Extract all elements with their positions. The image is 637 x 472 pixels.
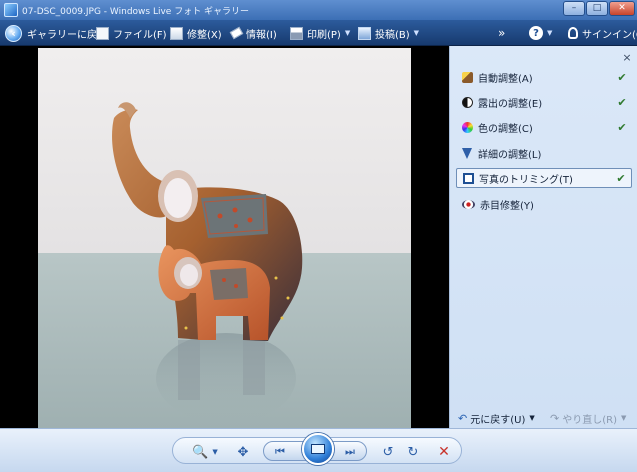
slideshow-icon xyxy=(311,444,325,454)
chevron-down-icon: ▼ xyxy=(344,29,351,37)
delete-button[interactable]: ✕ xyxy=(435,443,453,461)
exposure-icon xyxy=(462,96,473,108)
crop-icon xyxy=(463,172,474,184)
red-eye-fix-label: 赤目修整(Y) xyxy=(480,200,534,212)
check-icon: ✔ xyxy=(617,120,627,134)
photo-viewer[interactable] xyxy=(0,46,449,428)
elephant-figurine-photo xyxy=(38,48,411,428)
fix-icon xyxy=(170,26,183,40)
back-arrow-icon: ‹ xyxy=(5,24,22,42)
help-menu[interactable]: ? ▼ xyxy=(529,24,552,42)
photo[interactable] xyxy=(38,48,411,428)
minimize-button[interactable]: – xyxy=(563,1,585,16)
signin-label: サインイン(G) xyxy=(582,29,637,41)
printer-icon xyxy=(290,26,303,40)
rotate-clockwise-icon: ↻ xyxy=(407,444,419,460)
check-icon: ✔ xyxy=(617,70,627,84)
print-menu-label: 印刷(P) xyxy=(307,29,341,41)
panel-close-button[interactable]: × xyxy=(621,52,633,64)
zoom-icon: 🔍 xyxy=(192,444,209,460)
magic-wand-icon xyxy=(462,71,473,83)
post-menu-label: 投稿(B) xyxy=(375,29,410,41)
person-icon xyxy=(568,27,578,39)
undo-icon: ↶ xyxy=(458,411,468,425)
undo-redo-bar: ↶ 元に戻す(U) ▼ ↷ やり直し(R) ▼ xyxy=(450,408,637,428)
auto-adjust-item[interactable]: 自動調整(A) ✔ xyxy=(456,67,632,87)
chevron-down-icon: ▼ xyxy=(529,414,535,422)
fix-panel: × 自動調整(A) ✔ 露出の調整(E) ✔ 色の調整(C) ✔ 詳細の調整(L… xyxy=(449,46,637,428)
zoom-button[interactable]: 🔍 ▼ xyxy=(191,443,219,461)
exposure-adjust-item[interactable]: 露出の調整(E) ✔ xyxy=(456,92,632,112)
color-wheel-icon xyxy=(462,121,473,133)
fix-button[interactable]: 修整(X) xyxy=(170,24,222,42)
more-button[interactable]: » xyxy=(498,24,505,42)
rotate-ccw-button[interactable]: ↺ xyxy=(379,443,397,461)
exposure-adjust-label: 露出の調整(E) xyxy=(478,98,543,110)
check-icon: ✔ xyxy=(616,171,626,185)
redo-icon: ↷ xyxy=(550,411,560,425)
back-to-gallery-button[interactable]: ‹ ギャラリーに戻る xyxy=(5,24,107,42)
info-label: 情報(I) xyxy=(246,29,277,41)
post-menu[interactable]: 投稿(B) ▼ xyxy=(358,24,419,42)
bottom-controls: 🔍 ▼ ✥ ⏮ ⏭ ↺ ↻ ✕ xyxy=(0,428,637,472)
detail-adjust-item[interactable]: 詳細の調整(L) xyxy=(456,143,632,163)
app-icon xyxy=(4,3,18,17)
detail-icon xyxy=(462,147,472,159)
crop-photo-item[interactable]: 写真のトリミング(T) ✔ xyxy=(456,168,632,188)
red-eye-icon xyxy=(462,199,475,209)
maximize-button[interactable]: □ xyxy=(586,1,608,16)
title-bar: 07-DSC_0009.JPG - Windows Live フォト ギャラリー… xyxy=(0,0,637,20)
color-adjust-item[interactable]: 色の調整(C) ✔ xyxy=(456,117,632,137)
file-icon xyxy=(96,26,109,40)
signin-button[interactable]: サインイン(G) xyxy=(568,24,637,42)
fit-icon: ✥ xyxy=(237,444,249,460)
check-icon: ✔ xyxy=(617,95,627,109)
help-icon: ? xyxy=(529,26,543,40)
fix-label: 修整(X) xyxy=(187,29,222,41)
previous-icon: ⏮ xyxy=(275,445,285,458)
detail-adjust-label: 詳細の調整(L) xyxy=(478,149,542,161)
color-adjust-label: 色の調整(C) xyxy=(478,123,533,135)
post-icon xyxy=(358,26,371,40)
chevron-down-icon: ▼ xyxy=(547,29,553,37)
redo-label: やり直し(R) xyxy=(562,414,617,426)
window-title: 07-DSC_0009.JPG - Windows Live フォト ギャラリー xyxy=(22,7,250,17)
next-icon: ⏭ xyxy=(345,445,355,458)
delete-icon: ✕ xyxy=(438,444,450,460)
info-button[interactable]: 情報(I) xyxy=(229,24,277,42)
file-menu[interactable]: ファイル(F) ▼ xyxy=(96,24,176,42)
tag-icon xyxy=(229,26,244,40)
slideshow-button[interactable] xyxy=(302,433,334,465)
chevron-down-icon: ▼ xyxy=(413,29,420,37)
crop-photo-label: 写真のトリミング(T) xyxy=(479,174,573,186)
next-button[interactable]: ⏭ xyxy=(340,443,360,461)
chevron-down-icon: ▼ xyxy=(212,448,218,456)
toolbar: ‹ ギャラリーに戻る ファイル(F) ▼ 修整(X) 情報(I) 印刷(P) ▼… xyxy=(0,20,637,46)
chevron-down-icon: ▼ xyxy=(620,414,627,422)
redo-button[interactable]: ↷ やり直し(R) ▼ xyxy=(550,411,626,426)
red-eye-fix-item[interactable]: 赤目修整(Y) xyxy=(456,194,632,214)
file-menu-label: ファイル(F) xyxy=(113,29,167,41)
playback-controls: 🔍 ▼ ✥ ⏮ ⏭ ↺ ↻ ✕ xyxy=(172,433,462,465)
previous-button[interactable]: ⏮ xyxy=(270,443,290,461)
actual-size-button[interactable]: ✥ xyxy=(233,443,253,461)
rotate-cw-button[interactable]: ↻ xyxy=(404,443,422,461)
undo-label: 元に戻す(U) xyxy=(470,414,526,426)
back-to-gallery-label: ギャラリーに戻る xyxy=(27,29,107,41)
print-menu[interactable]: 印刷(P) ▼ xyxy=(290,24,350,42)
undo-button[interactable]: ↶ 元に戻す(U) ▼ xyxy=(458,411,535,426)
rotate-counterclockwise-icon: ↺ xyxy=(382,444,394,460)
auto-adjust-label: 自動調整(A) xyxy=(478,73,533,85)
close-button[interactable]: ✕ xyxy=(609,1,635,16)
